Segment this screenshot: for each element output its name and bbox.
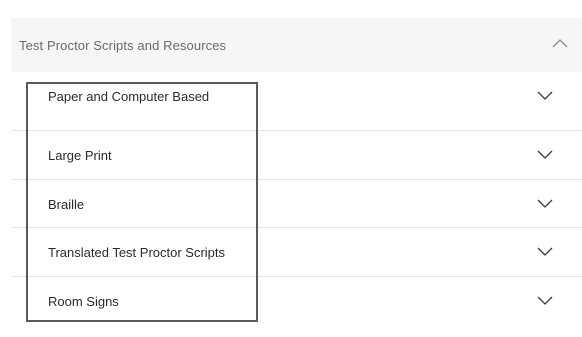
- list-item-label: Room Signs: [48, 293, 119, 309]
- list-item-label: Translated Test Proctor Scripts: [48, 244, 226, 260]
- list-item-label: Paper and Computer Based: [48, 88, 210, 104]
- list-item-paper-and-computer-based[interactable]: Paper and Computer Based: [11, 72, 582, 120]
- page: Test Proctor Scripts and Resources Paper…: [0, 0, 582, 337]
- list-item-braille[interactable]: Braille: [11, 180, 582, 228]
- chevron-down-icon[interactable]: [537, 247, 553, 257]
- chevron-down-icon[interactable]: [537, 199, 553, 209]
- list-item-label: Braille: [48, 196, 85, 212]
- list-item-label: Large Print: [48, 147, 112, 163]
- list-item-translated-test-proctor-scripts[interactable]: Translated Test Proctor Scripts: [11, 228, 582, 276]
- chevron-down-icon[interactable]: [537, 91, 553, 101]
- chevron-down-icon[interactable]: [537, 150, 553, 160]
- accordion-test-proctor-scripts: Test Proctor Scripts and Resources Paper…: [11, 18, 582, 337]
- accordion-header[interactable]: Test Proctor Scripts and Resources: [11, 18, 582, 72]
- accordion-title: Test Proctor Scripts and Resources: [19, 37, 227, 53]
- list-item-large-print[interactable]: Large Print: [11, 131, 582, 179]
- list-item-room-signs[interactable]: Room Signs: [11, 277, 582, 325]
- chevron-down-icon[interactable]: [537, 296, 553, 306]
- chevron-up-icon[interactable]: [552, 38, 568, 48]
- accordion-body: Paper and Computer Based Large Print Bra…: [11, 72, 582, 337]
